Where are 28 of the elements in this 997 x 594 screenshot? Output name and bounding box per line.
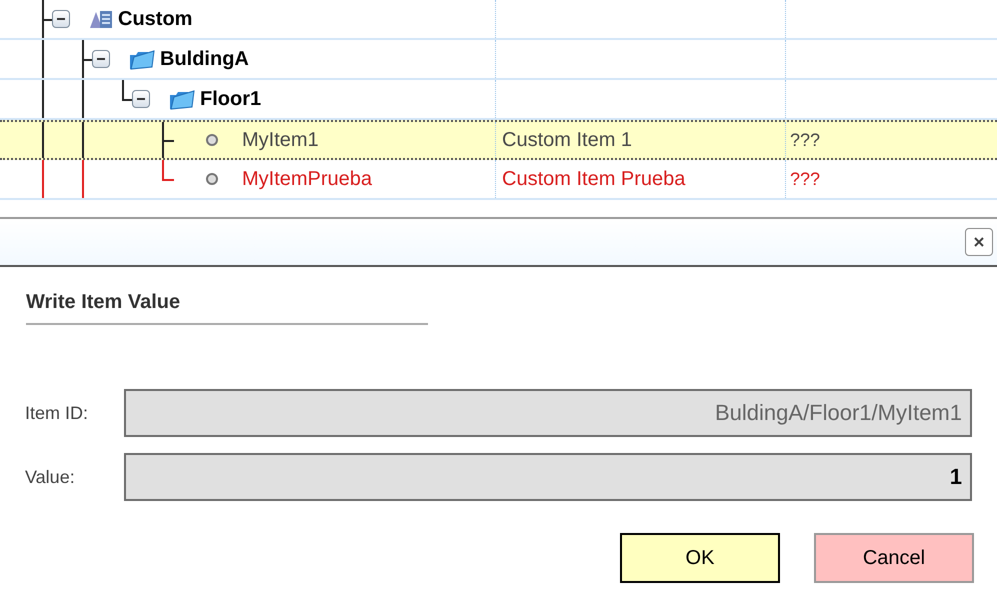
tree-node-label: BuldingA [160,47,249,72]
input-field[interactable]: 1 [124,453,972,501]
close-icon [973,236,985,248]
field-label: Value: [25,466,76,488]
tree-node-label: Floor1 [200,87,262,112]
tree-item-label: MyItem1 [242,128,319,153]
collapse-button[interactable] [92,50,110,68]
tree-row[interactable]: BuldingA [0,40,997,80]
collapse-button[interactable] [132,90,150,108]
input-field[interactable]: BuldingA/Floor1/MyItem1 [124,389,972,437]
close-button[interactable] [965,228,993,256]
tree-item-label: MyItemPrueba [242,167,372,192]
bullet-icon [206,173,218,185]
stack-icon [88,8,114,30]
collapse-button[interactable] [52,10,70,28]
tree-row[interactable]: MyItem1 Custom Item 1 ??? [0,120,997,160]
tree-row[interactable]: Custom [0,0,997,40]
description-cell-text: Custom Item 1 [502,128,632,153]
description-cell-text: Custom Item Prueba [502,167,686,192]
tree-node-label: Custom [118,7,192,32]
dialog-title: Write Item Value [26,291,180,313]
ok-button[interactable]: OK [620,533,780,583]
value-cell-text: ??? [790,128,820,152]
field-label: Item ID: [25,402,90,424]
tree-row[interactable]: MyItemPrueba Custom Item Prueba ??? [0,160,997,200]
bullet-icon [206,134,218,146]
cancel-button[interactable]: Cancel [814,533,974,583]
value-cell-text: ??? [790,168,820,190]
